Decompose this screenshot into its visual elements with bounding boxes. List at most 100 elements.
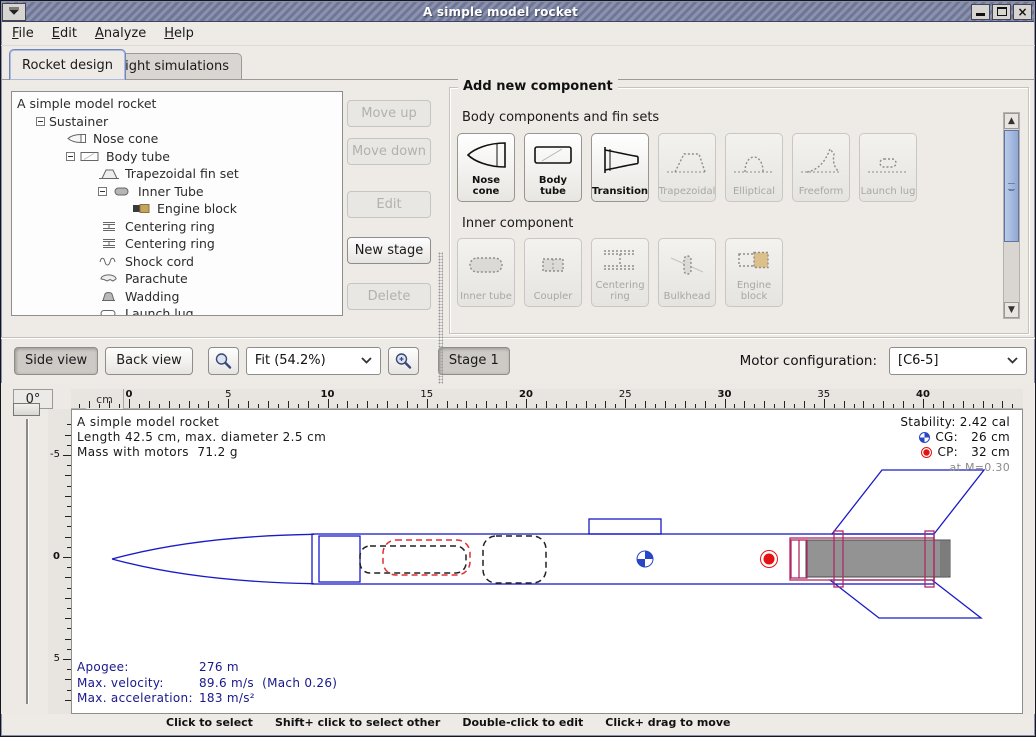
ruler-label: 40 xyxy=(910,389,936,400)
scroll-up-button[interactable]: ▲ xyxy=(1004,113,1019,129)
zoom-out-button[interactable] xyxy=(208,347,239,375)
menu-help[interactable]: Help xyxy=(164,26,194,41)
stability-value: Stability: 2.42 cal xyxy=(900,415,1010,430)
tree-expander[interactable] xyxy=(66,152,75,161)
parachute-shape[interactable] xyxy=(383,540,470,575)
ruler-tick xyxy=(198,404,199,408)
component-button-body-tube[interactable]: Body tube xyxy=(524,133,582,202)
tree-root[interactable]: A simple model rocket xyxy=(12,95,342,113)
zoom-select[interactable]: Fit (54.2%) xyxy=(246,347,381,375)
new-stage-button[interactable]: New stage xyxy=(347,237,431,264)
menu-analyze[interactable]: Analyze xyxy=(95,26,146,41)
apogee-label: Apogee: xyxy=(77,660,199,676)
ruler-label: 0 xyxy=(53,551,60,562)
tree-root-label: A simple model rocket xyxy=(17,96,156,111)
tree-item-label: Body tube xyxy=(106,149,170,164)
tree-item-inner-tube[interactable]: Inner Tube xyxy=(12,183,342,201)
ruler-tick xyxy=(854,404,855,408)
application-window: A simple model rocket × File Edit Analyze H… xyxy=(0,0,1036,737)
component-button-label: Freeform xyxy=(799,186,844,197)
max-acceleration-label: Max. acceleration: xyxy=(77,691,199,707)
tree-item-shock-cord[interactable]: Shock cord xyxy=(12,253,342,271)
zoom-in-button[interactable] xyxy=(388,347,419,375)
title-bar[interactable]: A simple model rocket × xyxy=(2,2,1034,22)
ruler-tick xyxy=(556,404,557,408)
component-scrollbar[interactable]: ▲ ▼ xyxy=(1003,112,1020,319)
motor-shape[interactable] xyxy=(806,540,950,577)
motor-configuration-label: Motor configuration: xyxy=(740,353,877,369)
ruler-tick xyxy=(725,399,726,408)
ruler-tick xyxy=(645,401,646,408)
component-button-label: Trapezoidal xyxy=(659,186,716,197)
group-title: Add new component xyxy=(458,79,618,94)
ruler-tick xyxy=(397,404,398,408)
motor-configuration-select[interactable]: [C6-5] xyxy=(889,347,1027,375)
wadding-shape[interactable] xyxy=(483,536,546,583)
delete-button: Delete xyxy=(347,283,431,310)
ruler-tick xyxy=(883,401,884,408)
horizontal-ruler: cm 0510152025303540 xyxy=(71,389,1023,409)
tree-item-wadding[interactable]: Wadding xyxy=(12,288,342,306)
menu-edit[interactable]: Edit xyxy=(52,26,77,41)
component-button-label: Inner tube xyxy=(460,291,512,302)
component-button-nose-cone[interactable]: Nose cone xyxy=(457,133,515,202)
ruler-tick xyxy=(377,404,378,408)
rocket-canvas[interactable]: A simple model rocket Length 42.5 cm, ma… xyxy=(71,409,1023,714)
tree-item-trapezoidal-fin-set[interactable]: Trapezoidal fin set xyxy=(12,165,342,183)
rocket-dimensions: Length 42.5 cm, max. diameter 2.5 cm xyxy=(77,430,326,445)
tree-item-engine-block[interactable]: Engine block xyxy=(12,200,342,218)
ruler-label: 25 xyxy=(612,389,638,400)
flight-summary: Apogee:276 mMax. velocity:89.6 m/s (Mach… xyxy=(77,660,337,707)
tree-item-launch-lug[interactable]: Launch lug xyxy=(12,305,342,316)
component-button-label: Body tube xyxy=(525,175,581,197)
nose-shoulder-shape[interactable] xyxy=(319,536,360,582)
component-button-bulkhead: Bulkhead xyxy=(658,238,716,307)
tree-expander[interactable] xyxy=(36,117,45,126)
menu-file[interactable]: File xyxy=(12,26,34,41)
tree-item-parachute[interactable]: Parachute xyxy=(12,270,342,288)
component-button-label: Elliptical xyxy=(733,186,775,197)
splitter-handle[interactable] xyxy=(438,252,443,384)
tree-item-sustainer[interactable]: Sustainer xyxy=(12,113,342,131)
component-tree[interactable]: A simple model rocket SustainerNose cone… xyxy=(11,91,343,316)
ruler-tick xyxy=(447,401,448,408)
scrollbar-thumb[interactable] xyxy=(1004,130,1019,242)
close-button[interactable]: × xyxy=(1013,4,1032,20)
tab-rocket-design[interactable]: Rocket design xyxy=(9,49,126,80)
stage-1-toggle[interactable]: Stage 1 xyxy=(438,347,510,375)
shock-cord-shape[interactable] xyxy=(360,546,466,573)
component-button-transition[interactable]: Transition xyxy=(591,133,649,202)
nose-component-icon xyxy=(458,134,514,175)
nose-cone-shape[interactable] xyxy=(112,534,314,583)
tree-item-centering-ring[interactable]: Centering ring xyxy=(12,235,342,253)
hint-double-click-to-edit: Double-click to edit xyxy=(462,716,583,729)
tree-expander[interactable] xyxy=(98,187,107,196)
fin-bottom-shape[interactable] xyxy=(830,580,981,618)
rotation-slider-track[interactable] xyxy=(26,419,29,704)
component-button-inner-tube: Inner tube xyxy=(457,238,515,307)
ruler-tick xyxy=(794,404,795,408)
launch-lug-shape[interactable] xyxy=(589,519,661,534)
back-view-button[interactable]: Back view xyxy=(105,347,193,375)
tree-item-nose-cone[interactable]: Nose cone xyxy=(12,130,342,148)
ruler-tick xyxy=(79,404,80,408)
ruler-tick xyxy=(923,399,924,408)
ruler-tick xyxy=(774,404,775,408)
chevron-down-icon xyxy=(999,353,1026,368)
bulkhead-component-icon xyxy=(659,239,715,291)
tree-item-centering-ring[interactable]: Centering ring xyxy=(12,218,342,236)
ruler-tick xyxy=(248,401,249,408)
minimize-button[interactable] xyxy=(971,4,990,20)
tree-item-body-tube[interactable]: Body tube xyxy=(12,148,342,166)
rotation-slider-handle[interactable] xyxy=(13,403,40,416)
engine-block-shape[interactable] xyxy=(791,540,807,578)
window-menu-button[interactable] xyxy=(2,3,26,21)
fin-top-shape[interactable] xyxy=(832,470,984,534)
side-view-button[interactable]: Side view xyxy=(14,347,98,375)
ruler-tick xyxy=(63,455,71,456)
scroll-down-button[interactable]: ▼ xyxy=(1004,302,1019,318)
ruler-tick xyxy=(99,404,100,408)
ruler-tick xyxy=(665,401,666,408)
ruler-tick xyxy=(754,404,755,408)
maximize-button[interactable] xyxy=(992,4,1011,20)
